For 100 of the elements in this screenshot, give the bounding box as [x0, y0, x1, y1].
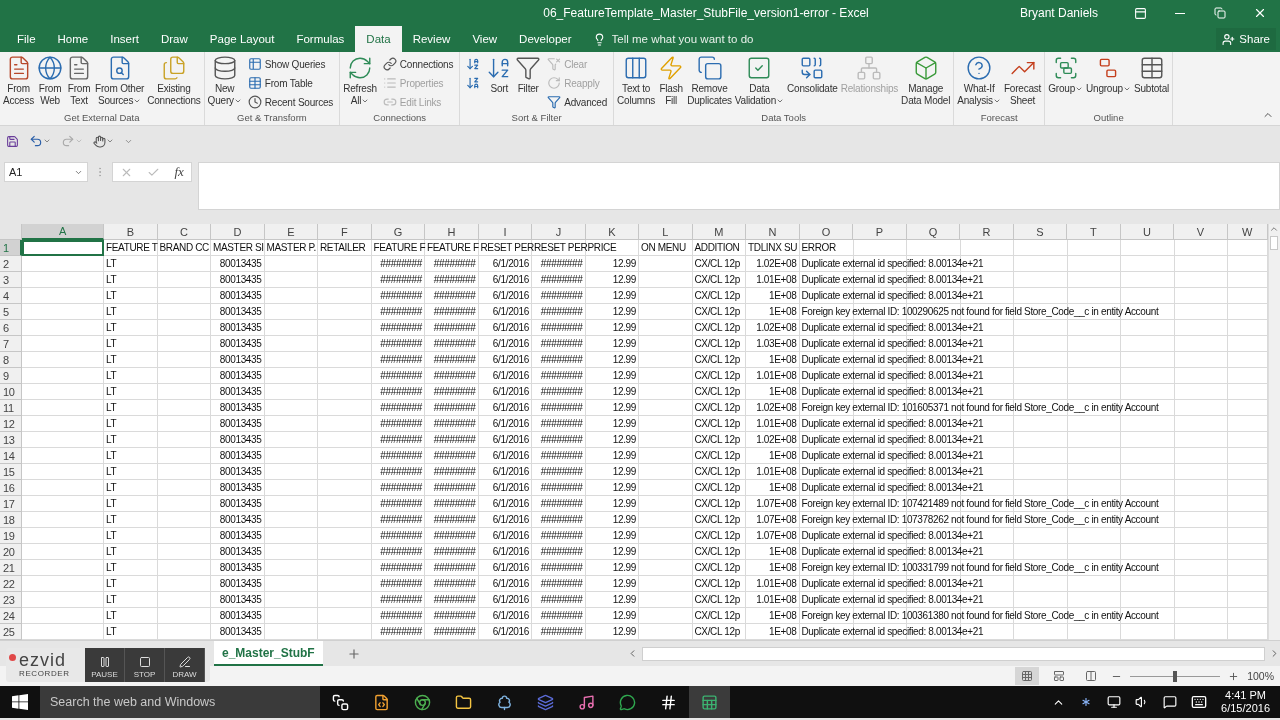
zoom-thumb[interactable] — [1173, 670, 1178, 682]
row-header[interactable]: 19 — [0, 528, 22, 544]
column-header[interactable]: S — [1013, 224, 1067, 240]
row-header[interactable]: 6 — [0, 320, 22, 336]
row-header[interactable]: 12 — [0, 416, 22, 432]
row-header[interactable]: 20 — [0, 544, 22, 560]
ribbon-button[interactable]: Consolidate — [786, 55, 839, 111]
ribbon-button[interactable]: Forecast Sheet — [1002, 55, 1043, 111]
column-header[interactable]: F — [318, 224, 372, 240]
row-header[interactable]: 14 — [0, 448, 22, 464]
column-header[interactable]: E — [264, 224, 318, 240]
row-header[interactable]: 4 — [0, 288, 22, 304]
undo-button[interactable] — [29, 134, 51, 148]
ribbon-tab[interactable]: Review — [401, 26, 462, 52]
column-header[interactable]: U — [1120, 224, 1174, 240]
column-header[interactable]: R — [960, 224, 1014, 240]
ribbon-button[interactable]: Data Validation — [733, 55, 786, 111]
ribbon-button[interactable]: Group — [1047, 55, 1084, 111]
column-header[interactable]: L — [639, 224, 693, 240]
name-box[interactable]: A1 — [4, 162, 88, 182]
column-header[interactable]: P — [853, 224, 907, 240]
row-header[interactable]: 22 — [0, 576, 22, 592]
recorder-button[interactable]: STOP — [125, 648, 165, 682]
row-header[interactable]: 24 — [0, 608, 22, 624]
column-header[interactable]: O — [799, 224, 853, 240]
ribbon-button[interactable]: New Query — [206, 55, 243, 111]
ribbon-button[interactable]: What-If Analysis — [956, 55, 1002, 111]
keyboard-icon[interactable] — [1191, 694, 1208, 710]
formula-field[interactable] — [198, 162, 1280, 210]
touch-mode-button[interactable] — [93, 134, 114, 148]
column-header[interactable]: W — [1227, 224, 1268, 240]
row-header[interactable]: 5 — [0, 304, 22, 320]
save-button[interactable] — [6, 134, 19, 148]
column-header[interactable]: Q — [906, 224, 960, 240]
ribbon-tab[interactable]: Developer — [508, 26, 583, 52]
column-header[interactable]: D — [211, 224, 265, 240]
column-header[interactable]: J — [532, 224, 586, 240]
ribbon-button[interactable]: Manage Data Model — [900, 55, 952, 111]
taskbar-search-field[interactable]: Search the web and Windows — [40, 686, 320, 718]
ribbon-button[interactable]: From Text — [65, 55, 94, 111]
horizontal-scrollbar[interactable] — [641, 646, 1265, 661]
column-header[interactable]: H — [425, 224, 479, 240]
column-header[interactable]: G — [371, 224, 425, 240]
row-header[interactable]: 3 — [0, 272, 22, 288]
row-header[interactable]: 9 — [0, 368, 22, 384]
recorder-button[interactable]: PAUSE — [85, 648, 125, 682]
ribbon-button[interactable]: Subtotal — [1132, 55, 1171, 111]
recorder-button[interactable]: DRAW — [165, 648, 205, 682]
ribbon-button[interactable]: Flash Fill — [657, 55, 686, 111]
tell-me-field[interactable]: Tell me what you want to do — [609, 32, 780, 46]
ribbon-button[interactable]: Sort — [485, 55, 514, 111]
ribbon-button[interactable]: From Web — [36, 55, 65, 111]
zoom-in-icon[interactable] — [1228, 670, 1240, 682]
row-header[interactable]: 21 — [0, 560, 22, 576]
ribbon-button[interactable]: Connections — [380, 55, 456, 73]
ribbon-button[interactable]: Text to Columns — [616, 55, 657, 111]
column-header[interactable]: A — [22, 224, 104, 240]
row-header[interactable]: 2 — [0, 256, 22, 272]
ribbon-button[interactable]: Advanced — [545, 93, 610, 111]
row-header[interactable]: 17 — [0, 496, 22, 512]
row-header[interactable]: 13 — [0, 432, 22, 448]
ribbon-button[interactable]: Remove Duplicates — [686, 55, 733, 111]
ribbon-button[interactable]: Filter — [514, 55, 543, 111]
ribbon-tab[interactable]: Insert — [99, 26, 150, 52]
row-header[interactable]: 8 — [0, 352, 22, 368]
column-header[interactable]: T — [1067, 224, 1121, 240]
column-header[interactable]: V — [1174, 224, 1228, 240]
scroll-thumb[interactable] — [1270, 236, 1279, 250]
ribbon-tab[interactable]: Home — [46, 26, 100, 52]
row-header[interactable]: 1 — [0, 240, 22, 256]
insert-function-button[interactable]: fx — [174, 164, 184, 180]
row-header[interactable]: 18 — [0, 512, 22, 528]
ribbon-tab[interactable]: View — [461, 26, 509, 52]
vertical-scrollbar[interactable] — [1267, 224, 1280, 640]
ribbon-button[interactable]: From Other Sources — [94, 55, 146, 111]
ribbon-button[interactable]: Recent Sources — [245, 93, 336, 111]
taskbar-clock[interactable]: 4:41 PM 6/15/2016 — [1221, 689, 1270, 715]
ribbon-button[interactable]: Existing Connections — [146, 55, 202, 111]
ribbon-tab[interactable]: File — [6, 26, 47, 52]
column-header[interactable]: I — [478, 224, 532, 240]
share-button[interactable]: Share — [1216, 28, 1276, 50]
notification-icon[interactable] — [1163, 695, 1178, 709]
row-header[interactable]: 15 — [0, 464, 22, 480]
ribbon-button[interactable]: From Access — [2, 55, 36, 111]
column-header[interactable]: C — [157, 224, 211, 240]
row-header[interactable]: 23 — [0, 592, 22, 608]
ribbon-tab[interactable]: Formulas — [285, 26, 356, 52]
ribbon-button[interactable]: Refresh All — [342, 55, 378, 111]
column-header[interactable]: B — [104, 224, 158, 240]
column-header[interactable]: K — [585, 224, 639, 240]
column-header[interactable]: M — [692, 224, 746, 240]
view-button[interactable] — [1015, 667, 1040, 685]
row-header[interactable]: 10 — [0, 384, 22, 400]
network-icon[interactable] — [1107, 695, 1122, 709]
row-header[interactable]: 16 — [0, 480, 22, 496]
ribbon-tab[interactable]: Page Layout — [198, 26, 286, 52]
ribbon-button[interactable]: Ungroup — [1085, 55, 1132, 111]
row-header[interactable]: 7 — [0, 336, 22, 352]
ribbon-tab[interactable]: Draw — [150, 26, 199, 52]
row-header[interactable]: 25 — [0, 624, 22, 640]
